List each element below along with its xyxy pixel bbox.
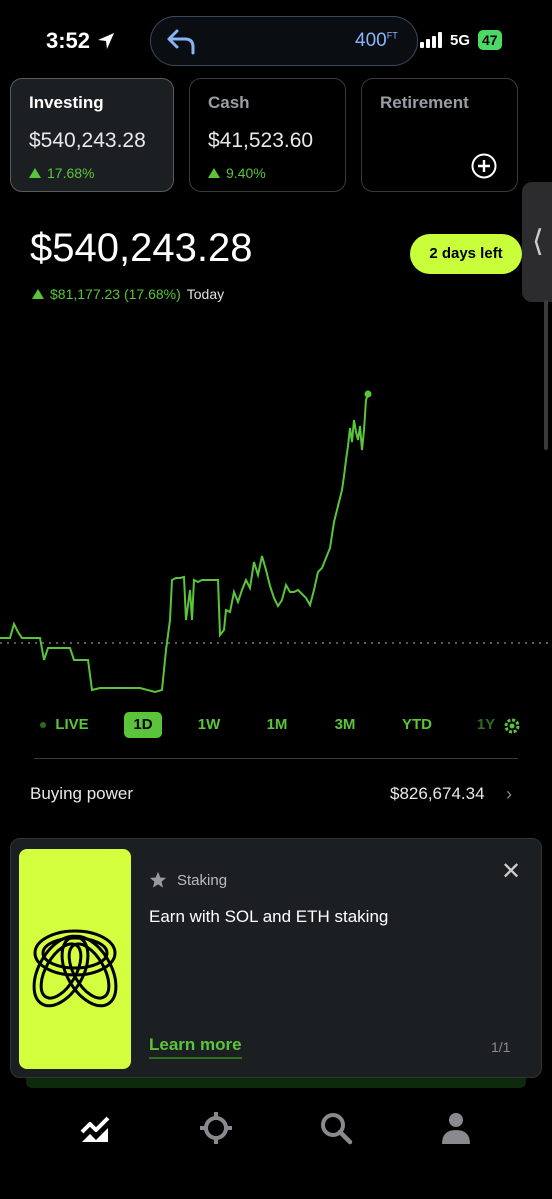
range-1d[interactable]: 1D xyxy=(124,712,162,738)
buying-power-label[interactable]: Buying power xyxy=(30,784,133,804)
up-triangle-icon xyxy=(29,168,41,178)
account-name: Investing xyxy=(29,93,104,112)
back-arrow-icon xyxy=(167,29,195,55)
portfolio-chart[interactable] xyxy=(0,380,552,710)
change-amount: $81,177.23 (17.68%) xyxy=(50,286,181,302)
today-change: $81,177.23 (17.68%) Today xyxy=(32,286,224,302)
network-type: 5G xyxy=(450,31,471,49)
gear-icon[interactable] xyxy=(502,716,522,736)
account-change: 9.40% xyxy=(208,165,327,181)
promo-title: Earn with SOL and ETH staking xyxy=(149,907,389,926)
range-live[interactable]: LIVE xyxy=(52,712,92,738)
learn-more-link[interactable]: Learn more xyxy=(149,1035,242,1059)
stacked-card-edge xyxy=(26,1078,526,1088)
time-range-selector: LIVE 1D 1W 1M 3M YTD 1Y xyxy=(0,712,552,742)
up-triangle-icon xyxy=(32,289,44,299)
add-circle-icon[interactable] xyxy=(471,153,497,179)
star-icon xyxy=(149,871,167,888)
account-value: $540,243.28 xyxy=(29,129,146,152)
staking-promo-card[interactable]: Staking Earn with SOL and ETH staking ✕ … xyxy=(10,838,542,1078)
nav-search-icon[interactable] xyxy=(318,1110,354,1146)
clock: 3:52 xyxy=(46,28,91,53)
range-3m[interactable]: 3M xyxy=(326,712,364,738)
days-left-badge[interactable]: 2 days left xyxy=(410,234,522,274)
chevron-right-icon[interactable]: › xyxy=(506,784,512,805)
range-ytd[interactable]: YTD xyxy=(396,712,438,738)
divider xyxy=(34,758,518,759)
account-value: $41,523.60 xyxy=(208,129,314,152)
nav-crypto-icon[interactable] xyxy=(198,1110,234,1146)
account-card-retirement[interactable]: Retirement xyxy=(361,78,518,192)
account-change: 17.68% xyxy=(29,165,155,181)
live-indicator-dot xyxy=(40,722,46,728)
status-time: 3:52 xyxy=(46,28,116,54)
nav-investing-icon[interactable] xyxy=(78,1110,114,1146)
bottom-nav xyxy=(0,1100,552,1160)
dynamic-island[interactable]: 400FT xyxy=(150,16,418,66)
altitude-readout: 400FT xyxy=(355,30,398,51)
account-name: Cash xyxy=(208,93,250,112)
change-period: Today xyxy=(186,286,225,302)
range-1w[interactable]: 1W xyxy=(190,712,228,738)
location-arrow-icon xyxy=(98,33,115,49)
nav-account-icon[interactable] xyxy=(438,1110,474,1146)
side-panel-handle[interactable]: ⟨ xyxy=(522,182,552,302)
promo-page-indicator: 1/1 xyxy=(491,1039,511,1055)
status-indicators: 5G 47 xyxy=(420,30,502,50)
portfolio-value: $540,243.28 xyxy=(30,226,253,270)
account-card-investing[interactable]: Investing $540,243.28 17.68% xyxy=(10,78,174,192)
chart-endpoint xyxy=(364,390,372,398)
chevron-left-icon: ⟨ xyxy=(532,225,544,258)
up-triangle-icon xyxy=(208,168,220,178)
account-name: Retirement xyxy=(380,93,469,112)
promo-tag: Staking xyxy=(149,871,227,889)
range-1y[interactable]: 1Y xyxy=(472,712,500,738)
account-card-cash[interactable]: Cash $41,523.60 9.40% xyxy=(189,78,346,192)
battery-icon: 47 xyxy=(478,30,502,50)
buying-power-value[interactable]: $826,674.34 xyxy=(390,784,485,804)
knot-logo-icon xyxy=(32,929,118,1008)
price-line xyxy=(0,393,369,694)
range-1m[interactable]: 1M xyxy=(258,712,296,738)
close-icon[interactable]: ✕ xyxy=(501,857,521,886)
cellular-signal-icon xyxy=(420,32,442,48)
promo-image xyxy=(19,849,131,1069)
